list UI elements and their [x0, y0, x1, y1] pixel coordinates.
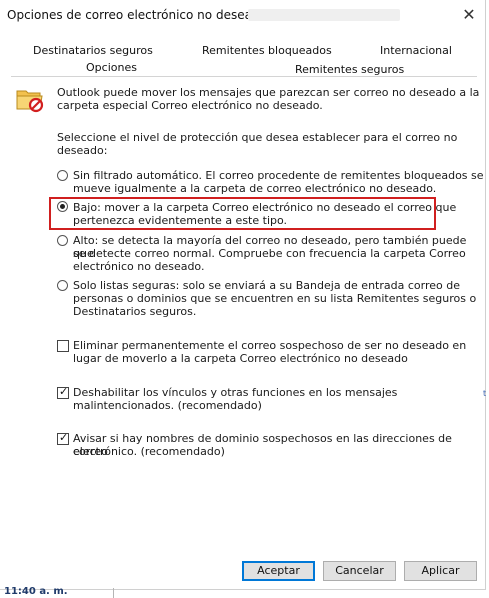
dialog-title: Opciones de correo electrónico no desead…	[7, 8, 271, 22]
checkbox-disable-links-label-line2: malintencionados. (recomendado)	[73, 399, 262, 412]
redacted-account-name	[248, 9, 400, 21]
radio-safe-lists-only[interactable]	[57, 280, 68, 291]
title-bar: Opciones de correo electrónico no desead…	[0, 0, 486, 30]
radio-no-filtering-label-line2: mueve igualmente a la carpeta de correo …	[73, 182, 437, 195]
radio-high-label-line3: electrónico no deseado.	[73, 260, 205, 273]
apply-button[interactable]: Aplicar	[404, 561, 477, 581]
background-window-fragment: t	[483, 389, 487, 398]
checkbox-warn-domains-label-line2: electrónico. (recomendado)	[73, 445, 225, 458]
radio-high-label-line2: se detecte correo normal. Compruebe con …	[73, 247, 466, 260]
intro-text-line2: carpeta especial Correo electrónico no d…	[57, 99, 323, 112]
close-button[interactable]: ✕	[458, 4, 480, 26]
tab-opciones[interactable]: Opciones	[86, 61, 137, 74]
accept-button[interactable]: Aceptar	[242, 561, 315, 581]
radio-no-filtering[interactable]	[57, 170, 68, 181]
tab-remitentes-seguros[interactable]: Remitentes seguros	[295, 63, 404, 76]
checkbox-permanently-delete-label-line1: Eliminar permanentemente el correo sospe…	[73, 339, 467, 352]
radio-no-filtering-label-line1: Sin filtrado automático. El correo proce…	[73, 169, 484, 182]
intro-text-line1: Outlook puede mover los mensajes que par…	[57, 86, 480, 99]
checkbox-disable-links-label-line1: Deshabilitar los vínculos y otras funcio…	[73, 386, 398, 399]
radio-high[interactable]	[57, 235, 68, 246]
junk-mail-folder-icon	[16, 90, 44, 113]
checkmark-icon: ✓	[59, 431, 69, 444]
cancel-button[interactable]: Cancelar	[323, 561, 396, 581]
tab-divider	[11, 76, 477, 77]
level-prompt-line2: deseado:	[57, 144, 108, 157]
checkbox-permanently-delete-label-line2: lugar de moverlo a la carpeta Correo ele…	[73, 352, 408, 365]
radio-safe-lists-label-line1: Solo listas seguras: solo se enviará a s…	[73, 279, 460, 292]
radio-low[interactable]	[57, 201, 68, 212]
radio-safe-lists-label-line3: Destinatarios seguros.	[73, 305, 197, 318]
taskbar-divider	[113, 588, 114, 598]
checkbox-warn-suspicious-domains[interactable]: ✓	[57, 431, 69, 445]
tab-internacional[interactable]: Internacional	[380, 44, 452, 57]
radio-low-label-line1: Bajo: mover a la carpeta Correo electrón…	[73, 201, 457, 214]
tab-remitentes-bloqueados[interactable]: Remitentes bloqueados	[202, 44, 332, 57]
checkbox-permanently-delete[interactable]	[57, 340, 69, 352]
taskbar-clock: 11:40 a. m.	[4, 586, 68, 597]
radio-safe-lists-label-line2: personas o dominios que se encuentren en…	[73, 292, 477, 305]
checkmark-icon: ✓	[59, 385, 69, 398]
tab-destinatarios-seguros[interactable]: Destinatarios seguros	[33, 44, 153, 57]
checkbox-disable-links[interactable]: ✓	[57, 385, 69, 399]
radio-low-label-line2: pertenezca evidentemente a este tipo.	[73, 214, 288, 227]
junk-mail-options-dialog: Opciones de correo electrónico no desead…	[0, 0, 486, 590]
level-prompt-line1: Seleccione el nivel de protección que de…	[57, 131, 458, 144]
